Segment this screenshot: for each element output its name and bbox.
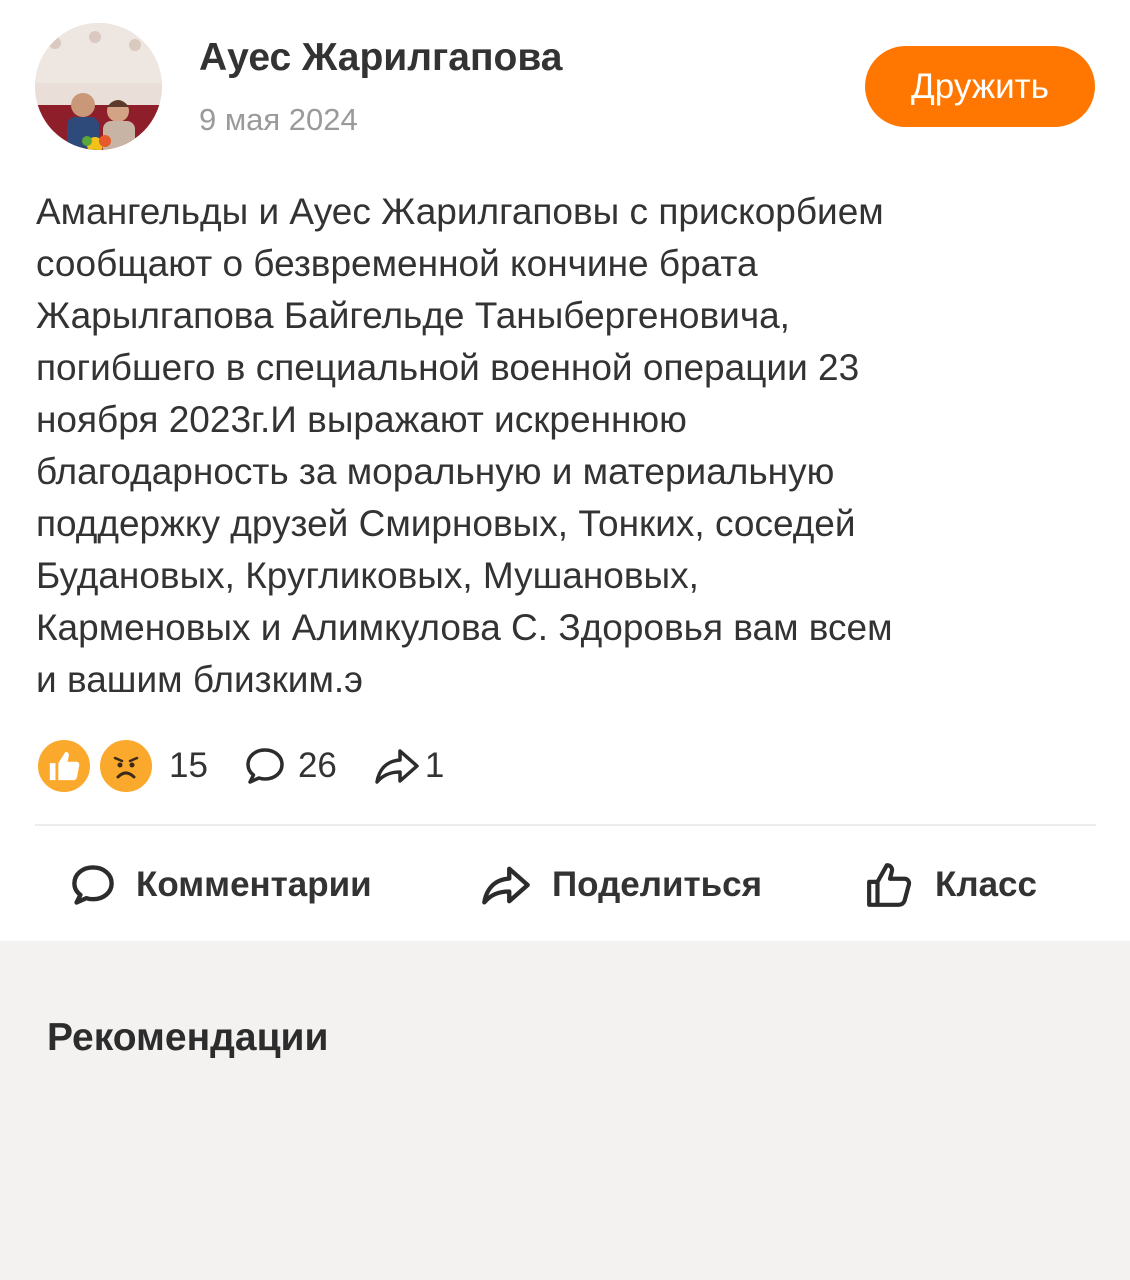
divider	[35, 824, 1096, 826]
post-text: Амангельды и Ауес Жарилгаповы с прискорб…	[36, 186, 1106, 706]
post-text-line: ноября 2023г.И выражают искреннюю	[36, 399, 687, 440]
comments-button[interactable]: Комментарии	[70, 855, 372, 915]
like-button[interactable]: Класс	[865, 855, 1037, 915]
thumbs-up-icon	[867, 863, 912, 907]
share-icon	[482, 866, 530, 905]
share-button[interactable]: Поделиться	[480, 855, 762, 915]
post-text-line: поддержку друзей Смирновых, Тонких, сосе…	[36, 503, 856, 544]
post-stats: 15 26 1	[35, 736, 444, 796]
like-reaction-icon[interactable]	[35, 737, 93, 795]
add-friend-button[interactable]: Дружить	[865, 46, 1095, 127]
post-text-line: сообщают о безвременной кончине брата	[36, 243, 758, 284]
shares-stat[interactable]: 1	[373, 745, 444, 787]
post-text-line: Амангельды и Ауес Жарилгаповы с прискорб…	[36, 191, 884, 232]
post-text-line: Карменовых и Алимкулова С. Здоровья вам …	[36, 607, 893, 648]
recommendations-title: Рекомендации	[47, 1016, 329, 1059]
share-icon	[375, 749, 419, 784]
comments-button-label: Комментарии	[136, 865, 372, 904]
post-text-line: погибшего в специальной военной операции…	[36, 347, 860, 388]
sad-reaction-icon[interactable]	[97, 737, 155, 795]
post-text-line: и вашим близким.э	[36, 659, 364, 700]
comment-icon	[72, 865, 114, 905]
post-date: 9 мая 2024	[199, 102, 358, 137]
like-button-label: Класс	[935, 865, 1037, 904]
post-card: Ауес Жарилгапова 9 мая 2024 Дружить Аман…	[0, 0, 1130, 941]
shares-count: 1	[424, 746, 445, 785]
avatar[interactable]	[35, 23, 162, 150]
post-text-line: Жарылгапова Байгельде Таныбергеновича,	[36, 295, 790, 336]
comments-stat[interactable]: 26	[244, 745, 337, 787]
comments-count: 26	[297, 746, 337, 785]
author-name[interactable]: Ауес Жарилгапова	[199, 36, 563, 80]
comment-icon	[246, 748, 284, 784]
post-text-line: Будановых, Кругликовых, Мушановых,	[36, 555, 699, 596]
reactions-count[interactable]: 15	[169, 746, 208, 786]
post-text-line: благодарность за моральную и материальну…	[36, 451, 835, 492]
avatar-photo	[35, 23, 162, 150]
share-button-label: Поделиться	[552, 865, 763, 904]
